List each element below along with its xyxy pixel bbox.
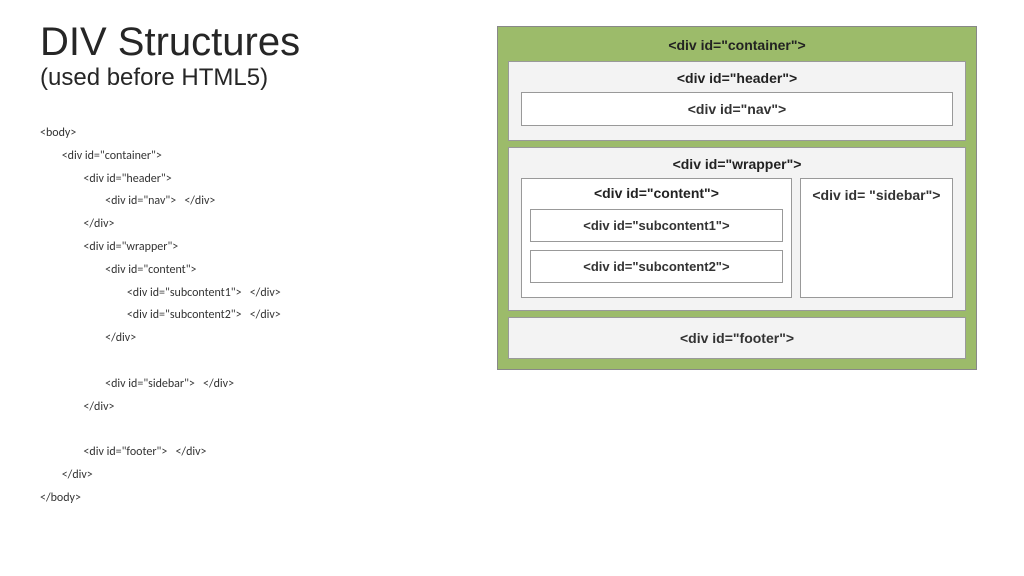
diagram-sidebar-box: <div id= "sidebar"> bbox=[800, 178, 953, 298]
page-subtitle: (used before HTML5) bbox=[40, 64, 470, 92]
page-title: DIV Structures bbox=[40, 20, 470, 64]
diagram-wrapper-box: <div id="wrapper"> <div id="content"> <d… bbox=[508, 147, 966, 311]
diagram-subcontent1-box: <div id="subcontent1"> bbox=[530, 209, 783, 242]
slide: DIV Structures (used before HTML5) <body… bbox=[0, 0, 1024, 530]
diagram-footer-box: <div id="footer"> bbox=[508, 317, 966, 359]
code-block: <body> <div id="container"> <div id="hea… bbox=[40, 122, 470, 510]
right-column: <div id="container"> <div id="header"> <… bbox=[490, 20, 984, 510]
diagram-sidebar-label: <div id= "sidebar"> bbox=[812, 187, 940, 203]
layout-diagram: <div id="container"> <div id="header"> <… bbox=[497, 26, 977, 370]
diagram-header-label: <div id="header"> bbox=[517, 70, 957, 86]
left-column: DIV Structures (used before HTML5) <body… bbox=[40, 20, 470, 510]
diagram-content-box: <div id="content"> <div id="subcontent1"… bbox=[521, 178, 792, 298]
diagram-wrapper-label: <div id="wrapper"> bbox=[517, 156, 957, 172]
diagram-header-box: <div id="header"> <div id="nav"> bbox=[508, 61, 966, 141]
diagram-content-label: <div id="content"> bbox=[528, 185, 785, 201]
diagram-wrapper-row: <div id="content"> <div id="subcontent1"… bbox=[521, 178, 953, 298]
diagram-nav-box: <div id="nav"> bbox=[521, 92, 953, 126]
diagram-container-label: <div id="container"> bbox=[508, 37, 966, 53]
diagram-subcontent2-box: <div id="subcontent2"> bbox=[530, 250, 783, 283]
